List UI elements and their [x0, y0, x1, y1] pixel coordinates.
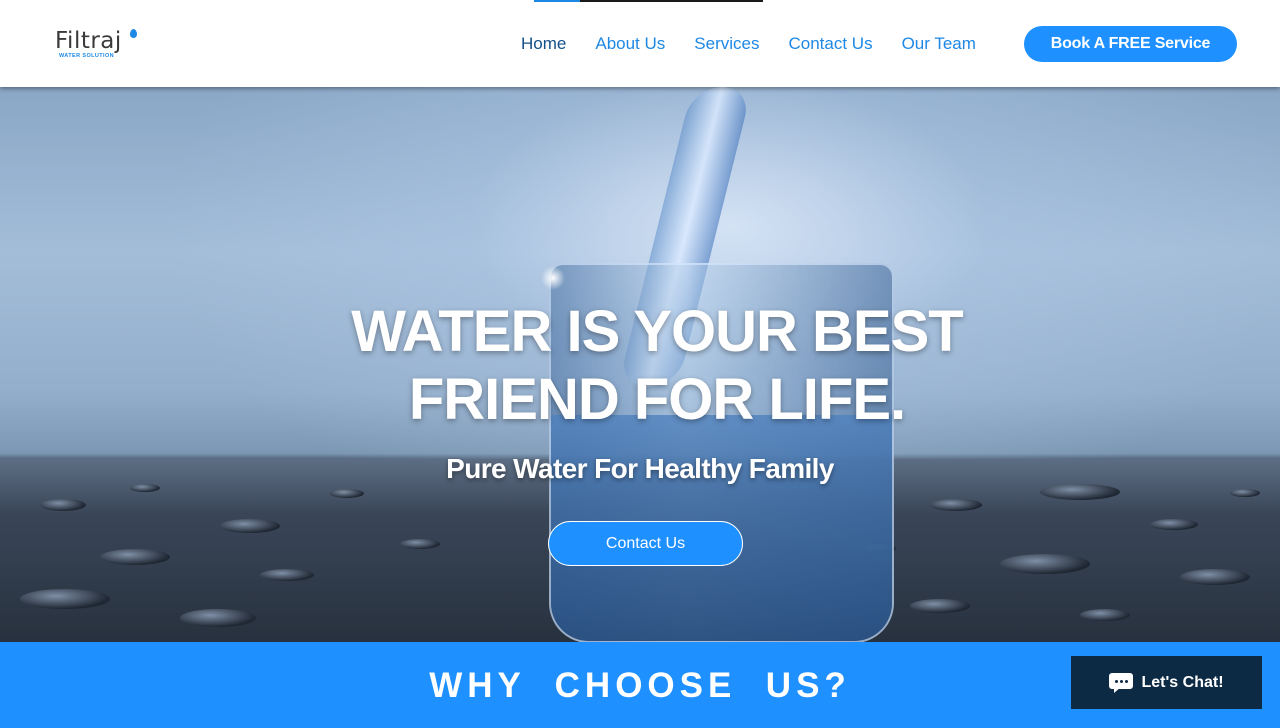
nav-item-contact-us[interactable]: Contact Us: [788, 33, 872, 55]
main-nav: Home About Us Services Contact Us Our Te…: [521, 33, 1005, 55]
chat-bubble-icon: [1109, 672, 1134, 693]
water-drop-icon: [130, 29, 137, 38]
nav-item-services[interactable]: Services: [694, 33, 759, 55]
nav-item-about-us[interactable]: About Us: [595, 33, 665, 55]
hero-title-line-1: WATER IS YOUR BEST: [351, 299, 963, 364]
lets-chat-button[interactable]: Let's Chat!: [1071, 656, 1262, 709]
nav-item-our-team[interactable]: Our Team: [902, 33, 976, 55]
hero-contact-us-button[interactable]: Contact Us: [548, 521, 743, 566]
sparkle-highlight: [540, 265, 566, 291]
lets-chat-label: Let's Chat!: [1141, 673, 1224, 691]
hero-banner: WATER IS YOUR BEST FRIEND FOR LIFE. Pure…: [0, 87, 1280, 642]
hero-subtitle: Pure Water For Healthy Family: [446, 453, 834, 484]
nav-item-home[interactable]: Home: [521, 33, 566, 55]
brand-tagline: WATER SOLUTION: [59, 53, 114, 59]
book-free-service-button[interactable]: Book A FREE Service: [1024, 26, 1237, 62]
scroll-progress-bar: [534, 0, 763, 2]
site-header: Filtraj WATER SOLUTION Home About Us Ser…: [0, 0, 1280, 87]
brand-logo[interactable]: Filtraj WATER SOLUTION: [55, 28, 145, 62]
scroll-progress-fill: [534, 0, 580, 2]
hero-title: WATER IS YOUR BEST FRIEND FOR LIFE.: [17, 298, 1280, 434]
hero-title-line-2: FRIEND FOR LIFE.: [408, 367, 906, 432]
